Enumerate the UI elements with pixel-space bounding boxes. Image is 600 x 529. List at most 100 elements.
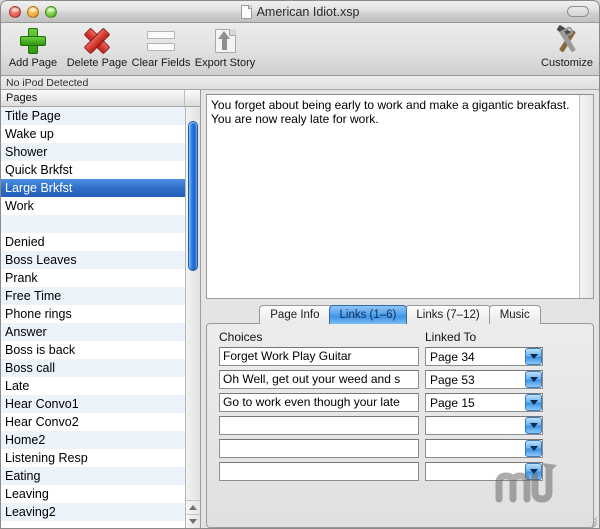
list-item[interactable]: Home2: [1, 431, 185, 449]
list-item[interactable]: Leaving2: [1, 503, 185, 521]
pages-header-label: Pages: [6, 92, 38, 104]
pages-scrollbar[interactable]: [185, 107, 200, 528]
choice-input[interactable]: Oh Well, get out your weed and s: [219, 370, 419, 389]
page-text-scrollbar[interactable]: [579, 95, 593, 298]
scroll-up-button[interactable]: [186, 500, 200, 514]
list-item[interactable]: Boss Leaves: [1, 251, 185, 269]
list-item[interactable]: Boss is back: [1, 341, 185, 359]
pages-list-wrapper: Title Page Wake up Shower Quick Brkfst Large…: [1, 107, 200, 528]
list-item-label: Hear Convo2: [5, 415, 79, 429]
linked-to-value: Page 53: [430, 372, 475, 387]
pages-scrollbar-thumb[interactable]: [188, 121, 198, 271]
list-item[interactable]: Wake up: [1, 125, 185, 143]
link-row: Oh Well, get out your weed and s Page 53: [219, 370, 581, 389]
pages-scrollbar-track[interactable]: [186, 107, 200, 500]
customize-button[interactable]: Customize: [535, 24, 599, 75]
list-item[interactable]: Title Page: [1, 107, 185, 125]
list-item-label: Home2: [5, 433, 46, 447]
linked-to-dropdown[interactable]: Page 15: [425, 393, 543, 412]
linked-to-dropdown[interactable]: [425, 462, 543, 481]
list-item[interactable]: Eating: [1, 467, 185, 485]
link-row: Go to work even though your late Page 15: [219, 393, 581, 412]
window-title: American Idiot.xsp: [256, 5, 360, 19]
tab-view: Page Info Links (1–6) Links (7–12) Music Ch…: [206, 304, 594, 528]
tab-links-1-6[interactable]: Links (1–6): [328, 305, 408, 324]
list-item[interactable]: [1, 215, 185, 233]
triangle-down-glyph: [529, 423, 538, 428]
close-button[interactable]: [9, 5, 21, 18]
toolbar-toggle-button[interactable]: [567, 6, 589, 17]
bars-icon: [147, 26, 175, 56]
clear-fields-button[interactable]: Clear Fields: [129, 26, 193, 75]
choice-input[interactable]: Go to work even though your late: [219, 393, 419, 412]
list-item[interactable]: Leaving: [1, 485, 185, 503]
list-item[interactable]: Large Brkfst: [1, 179, 185, 197]
add-page-button[interactable]: Add Page: [1, 26, 65, 75]
list-item[interactable]: Answer: [1, 323, 185, 341]
ipod-status-text: No iPod Detected: [6, 76, 89, 89]
export-page-icon: [211, 26, 239, 56]
pages-sidebar: Pages Title Page Wake up Shower Quick Brkfs…: [1, 90, 201, 528]
list-item-label: Large Brkfst: [5, 181, 73, 195]
toolbar: Add Page Delete Page Clear Fields Export…: [1, 23, 599, 76]
linked-to-header: Linked To: [425, 330, 477, 344]
chevron-down-icon[interactable]: [525, 394, 542, 411]
list-item-label: Boss Leaves: [5, 253, 77, 267]
page-text-area[interactable]: You forget about being early to work and…: [206, 94, 594, 299]
zoom-button[interactable]: [45, 5, 57, 18]
linked-to-dropdown[interactable]: Page 34: [425, 347, 543, 366]
delete-page-button[interactable]: Delete Page: [65, 26, 129, 75]
window-controls: [1, 5, 57, 18]
tab-page-info[interactable]: Page Info: [259, 305, 331, 324]
list-item[interactable]: [1, 521, 185, 528]
list-item-label: Phone rings: [5, 307, 72, 321]
linked-to-dropdown[interactable]: [425, 416, 543, 435]
links-tab-panel: Choices Linked To Forget Work Play Guita…: [206, 323, 594, 528]
chevron-down-icon[interactable]: [525, 371, 542, 388]
choice-input[interactable]: [219, 416, 419, 435]
list-item[interactable]: Free Time: [1, 287, 185, 305]
list-item-label: Work: [5, 199, 34, 213]
tab-music[interactable]: Music: [488, 305, 541, 324]
choice-input[interactable]: [219, 439, 419, 458]
choice-input[interactable]: [219, 462, 419, 481]
list-item-label: Leaving: [5, 487, 49, 501]
chevron-down-icon[interactable]: [525, 417, 542, 434]
pages-list[interactable]: Title Page Wake up Shower Quick Brkfst Large…: [1, 107, 185, 528]
link-row: [219, 416, 581, 435]
list-item[interactable]: Prank: [1, 269, 185, 287]
list-item[interactable]: Boss call: [1, 359, 185, 377]
link-row: [219, 462, 581, 481]
page-text-content[interactable]: You forget about being early to work and…: [207, 95, 579, 298]
export-story-button[interactable]: Export Story: [193, 26, 257, 75]
add-page-label: Add Page: [8, 57, 58, 69]
choices-header: Choices: [219, 330, 263, 344]
linked-to-dropdown[interactable]: Page 53: [425, 370, 543, 389]
minimize-button[interactable]: [27, 5, 39, 18]
delete-page-label: Delete Page: [66, 57, 128, 69]
list-item[interactable]: Late: [1, 377, 185, 395]
choice-input[interactable]: Forget Work Play Guitar: [219, 347, 419, 366]
linked-to-dropdown[interactable]: [425, 439, 543, 458]
tab-links-7-12[interactable]: Links (7–12): [405, 305, 491, 324]
list-item[interactable]: Shower: [1, 143, 185, 161]
pages-column-header[interactable]: Pages: [1, 90, 200, 107]
list-item-label: Title Page: [5, 109, 61, 123]
list-item[interactable]: Phone rings: [1, 305, 185, 323]
triangle-down-glyph: [529, 354, 538, 359]
chevron-down-icon[interactable]: [525, 348, 542, 365]
list-item[interactable]: Work: [1, 197, 185, 215]
chevron-down-icon[interactable]: [525, 440, 542, 457]
list-item[interactable]: Quick Brkfst: [1, 161, 185, 179]
links-column-headers: Choices Linked To: [219, 330, 581, 344]
triangle-down-glyph: [529, 377, 538, 382]
list-item-label: Boss call: [5, 361, 56, 375]
window-body: Pages Title Page Wake up Shower Quick Brkfs…: [1, 90, 599, 528]
scroll-down-button[interactable]: [186, 514, 200, 528]
list-item[interactable]: Hear Convo2: [1, 413, 185, 431]
list-item[interactable]: Listening Resp: [1, 449, 185, 467]
list-item-label: Late: [5, 379, 30, 393]
list-item[interactable]: Hear Convo1: [1, 395, 185, 413]
list-item[interactable]: Denied: [1, 233, 185, 251]
chevron-down-icon[interactable]: [525, 463, 542, 480]
